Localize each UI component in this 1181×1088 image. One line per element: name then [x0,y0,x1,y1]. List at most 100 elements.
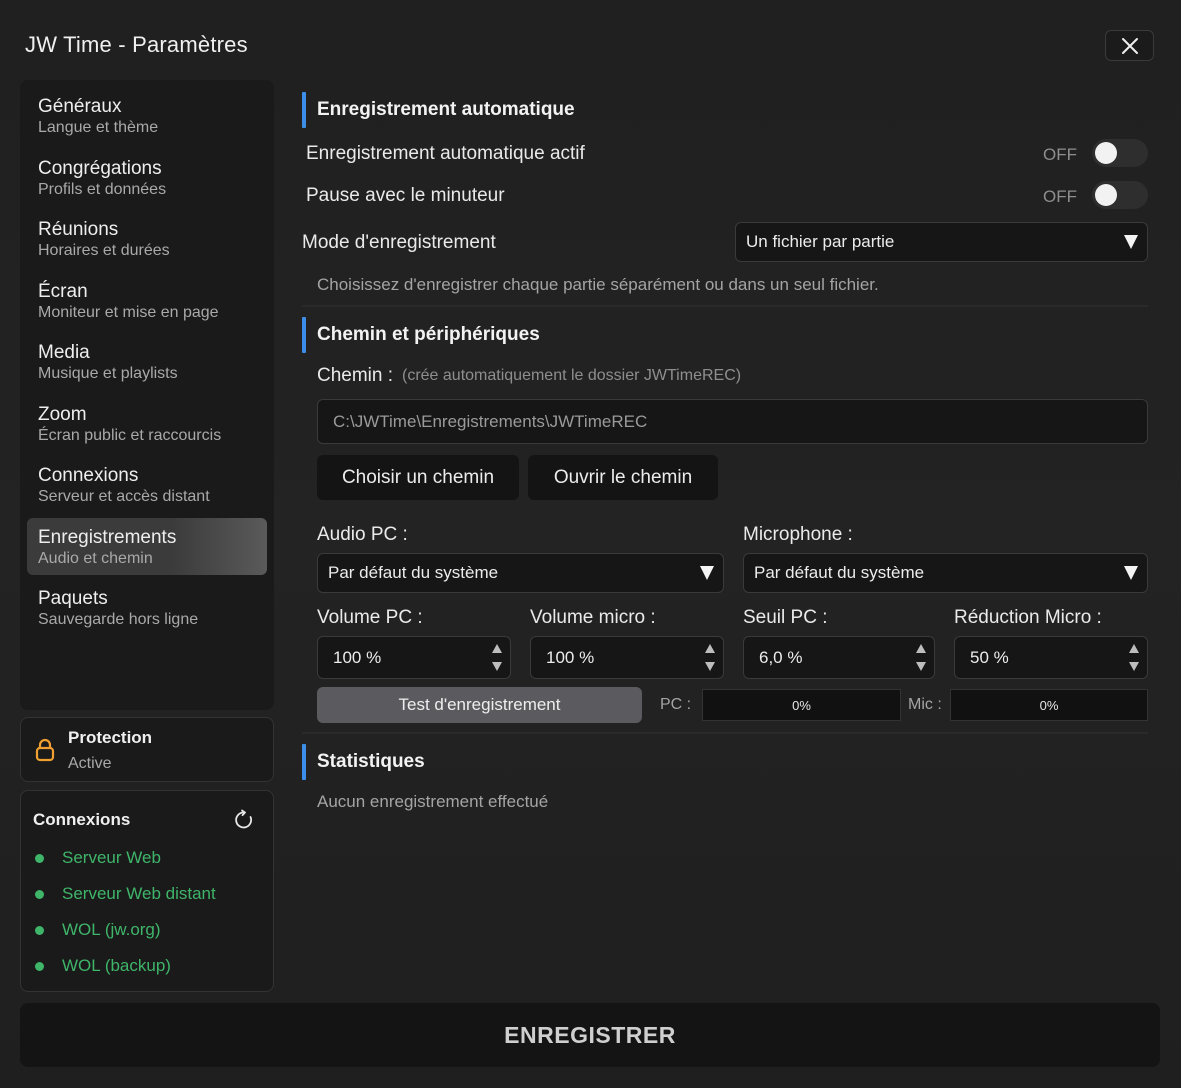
sidebar-item-reunions[interactable]: Réunions Horaires et durées [20,219,274,281]
refresh-icon[interactable] [233,809,255,836]
chevron-down-icon [700,566,714,580]
nav-title: Media [38,342,90,363]
protection-panel[interactable]: Protection Active [20,717,274,782]
nav-title: Connexions [38,465,139,486]
nav-subtitle: Audio et chemin [38,549,153,567]
nav-subtitle: Horaires et durées [38,242,170,259]
toggle-knob [1095,184,1117,206]
record-mode-hint: Choisissez d'enregistrer chaque partie s… [317,275,879,294]
stepper-up-icon[interactable] [916,644,926,653]
sidebar-item-paquets[interactable]: Paquets Sauvegarde hors ligne [20,588,274,650]
status-dot [35,889,44,899]
save-button[interactable]: ENREGISTRER [20,1003,1160,1067]
threshold-pc-stepper[interactable]: 6,0 % [743,636,935,679]
nav-title: Réunions [38,219,119,240]
connexion-item: Serveur Web [35,848,161,868]
stepper-up-icon[interactable] [492,644,502,653]
stepper-down-icon[interactable] [492,662,502,671]
path-field[interactable]: C:\JWTime\Enregistrements\JWTimeREC [317,399,1148,444]
section-accent-bar [302,92,306,128]
chevron-down-icon [1124,235,1138,249]
nav-title: Enregistrements [38,526,177,548]
microphone-label: Microphone : [743,524,853,545]
stats-empty-text: Aucun enregistrement effectué [317,792,549,811]
section-accent-bar [302,744,306,780]
connexions-panel: Connexions Serveur Web Serveur Web dista… [20,790,274,992]
volume-mic-stepper[interactable]: 100 % [530,636,724,679]
auto-record-toggle[interactable] [1092,139,1148,167]
choose-path-button[interactable]: Choisir un chemin [317,455,519,500]
open-path-button[interactable]: Ouvrir le chemin [528,455,718,500]
sidebar-item-enregistrements[interactable]: Enregistrements Audio et chemin [27,517,267,575]
connexion-item: WOL (backup) [35,956,171,976]
select-value: Par défaut du système [754,563,925,582]
nav-subtitle: Langue et thème [38,119,159,136]
pause-timer-state: OFF [1043,187,1077,206]
protection-title: Protection [68,728,153,747]
pause-timer-label: Pause avec le minuteur [306,185,505,206]
chevron-down-icon [1124,566,1138,580]
connexion-item: Serveur Web distant [35,884,216,904]
nav-subtitle: Écran public et raccourcis [38,426,222,444]
stepper-value: 6,0 % [759,647,803,667]
nav-subtitle: Musique et playlists [38,365,178,382]
volume-mic-label: Volume micro : [530,607,656,628]
path-value: C:\JWTime\Enregistrements\JWTimeREC [333,411,648,431]
connexion-label: WOL (jw.org) [62,920,161,939]
nav-subtitle: Profils et données [38,180,167,198]
toggle-knob [1095,142,1117,164]
auto-record-state: OFF [1043,145,1077,164]
sidebar-item-ecran[interactable]: Écran Moniteur et mise en page [20,281,274,343]
path-note: (crée automatiquement le dossier JWTimeR… [402,367,742,384]
audio-pc-label: Audio PC : [317,524,408,545]
select-value: Un fichier par partie [746,232,895,251]
sidebar-item-zoom[interactable]: Zoom Écran public et raccourcis [20,404,274,466]
connexion-label: Serveur Web [62,848,161,867]
mic-reduction-label: Réduction Micro : [954,607,1102,628]
section-title: Statistiques [317,751,425,772]
pause-timer-toggle[interactable] [1092,181,1148,209]
nav-title: Généraux [38,96,122,117]
nav-title: Congrégations [38,157,162,179]
pc-level-meter: 0% [702,689,901,721]
sidebar-item-media[interactable]: Media Musique et playlists [20,342,274,404]
sidebar-nav: Généraux Langue et thème Congrégations P… [20,80,274,710]
test-recording-button[interactable]: Test d'enregistrement [317,687,642,723]
select-value: Par défaut du système [328,563,499,582]
stepper-down-icon[interactable] [916,662,926,671]
section-divider [302,732,1148,734]
status-dot [35,925,44,935]
section-title: Enregistrement automatique [317,99,575,120]
sidebar-item-generaux[interactable]: Généraux Langue et thème [20,96,274,158]
nav-subtitle: Moniteur et mise en page [38,303,219,321]
nav-subtitle: Serveur et accès distant [38,488,210,505]
mic-level-meter: 0% [950,689,1148,721]
record-mode-label: Mode d'enregistrement [302,232,496,253]
section-stats: Statistiques [302,744,425,780]
stepper-up-icon[interactable] [1129,644,1139,653]
stepper-down-icon[interactable] [705,662,715,671]
auto-record-label: Enregistrement automatique actif [306,143,585,164]
microphone-select[interactable]: Par défaut du système [743,553,1148,593]
close-button[interactable] [1105,30,1154,61]
section-auto-record: Enregistrement automatique [302,92,575,128]
sidebar-item-congregations[interactable]: Congrégations Profils et données [20,158,274,220]
stepper-value: 100 % [546,647,595,667]
mic-reduction-stepper[interactable]: 50 % [954,636,1148,679]
lock-icon [35,738,55,767]
audio-pc-select[interactable]: Par défaut du système [317,553,724,593]
window-title: JW Time - Paramètres [25,32,248,57]
status-dot [35,853,44,863]
status-dot [35,961,44,971]
volume-pc-label: Volume PC : [317,607,423,628]
mic-meter-label: Mic : [908,696,942,713]
path-label: Chemin : [317,365,394,386]
stepper-up-icon[interactable] [705,644,715,653]
volume-pc-stepper[interactable]: 100 % [317,636,511,679]
record-mode-select[interactable]: Un fichier par partie [735,222,1148,262]
nav-title: Écran [38,280,88,302]
connexion-item: WOL (jw.org) [35,920,161,940]
connexion-label: WOL (backup) [62,956,171,975]
pc-meter-label: PC : [660,696,692,713]
stepper-down-icon[interactable] [1129,662,1139,671]
